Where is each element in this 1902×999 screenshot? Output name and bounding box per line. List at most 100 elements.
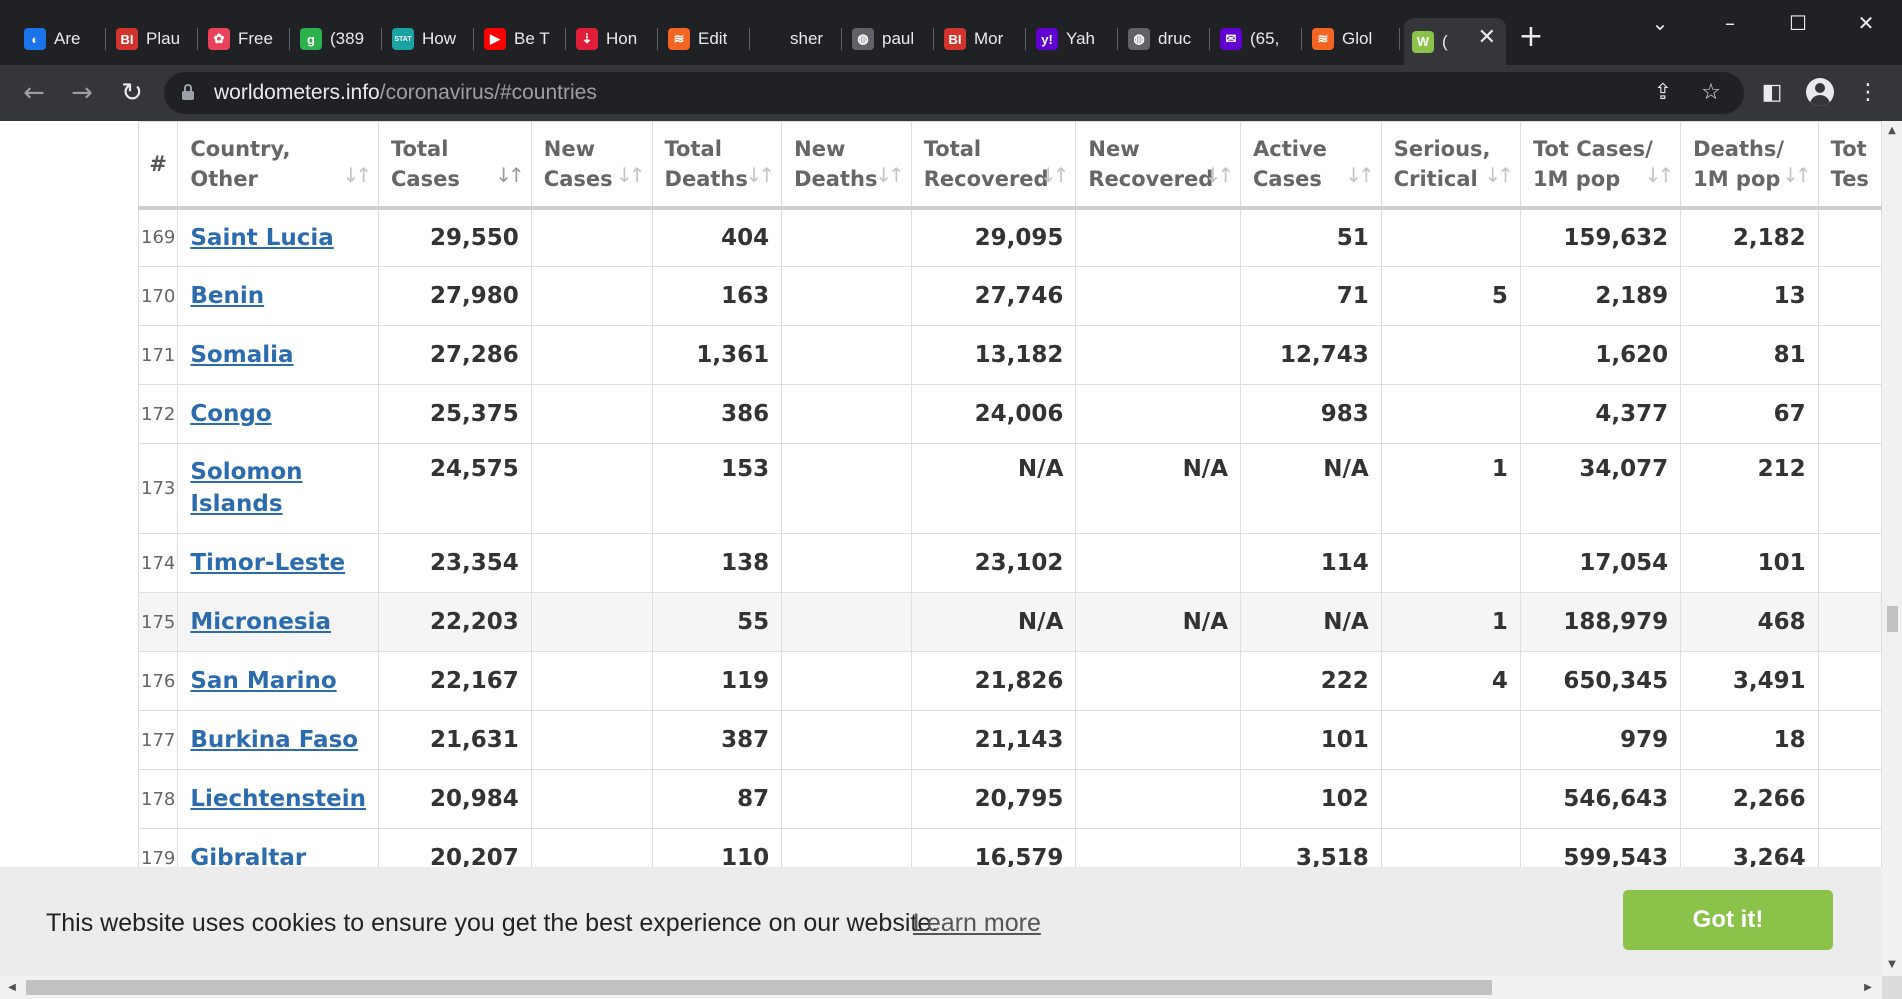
browser-tab[interactable]: ◍ druc xyxy=(1120,20,1210,58)
forward-icon[interactable]: → xyxy=(66,77,98,109)
browser-tab[interactable]: W (✕ xyxy=(1404,18,1506,65)
total-recovered-cell: 29,095 xyxy=(910,207,1077,267)
column-header[interactable]: Tot Tes xyxy=(1817,121,1882,210)
browser-tab[interactable]: ✉ (65, xyxy=(1212,20,1302,58)
sort-arrows-icon[interactable]: ↓↑ xyxy=(1345,160,1374,190)
total-deaths-cell: 87 xyxy=(651,769,783,829)
lock-icon[interactable] xyxy=(182,84,194,100)
scroll-left-icon[interactable]: ◀ xyxy=(6,982,18,994)
browser-tab[interactable]: ≋ Edit xyxy=(660,20,750,58)
sort-arrows-icon[interactable]: ↓↑ xyxy=(875,160,904,190)
learn-more-link[interactable]: Learn more xyxy=(913,909,1041,938)
sort-arrows-icon[interactable]: ↓↑ xyxy=(616,160,645,190)
browser-tab[interactable]: BI Mor xyxy=(936,20,1026,58)
profile-avatar-icon[interactable] xyxy=(1806,78,1834,106)
column-header[interactable]: Active Cases ↓↑ xyxy=(1240,121,1382,210)
new-deaths-cell xyxy=(781,266,912,326)
browser-tab[interactable]: ◐ Are xyxy=(16,20,106,58)
browser-tab[interactable]: STAT How xyxy=(384,20,474,58)
column-header[interactable]: Tot Cases/1M pop ↓↑ xyxy=(1519,121,1682,210)
address-url[interactable]: worldometers.info/coronavirus/#countries xyxy=(214,81,597,105)
minimize-window-icon[interactable]: – xyxy=(1710,8,1750,38)
browser-tab-strip: + ⌄ – ☐ ✕ ◐ Are BI Plau ✿ Free g (389 STAT How ▶ Be… xyxy=(0,0,1902,65)
youtube-icon: ▶ xyxy=(484,28,506,50)
column-header[interactable]: Total Recovered ↓↑ xyxy=(910,121,1077,210)
active-cell: 71 xyxy=(1240,266,1382,326)
country-cell: Micronesia xyxy=(177,592,380,652)
browser-tab[interactable]: ≋ Glol xyxy=(1304,20,1400,58)
country-link[interactable]: Timor-Leste xyxy=(190,550,345,576)
sort-arrows-icon[interactable]: ↓↑ xyxy=(343,160,372,190)
close-tab-icon[interactable]: ✕ xyxy=(1478,27,1496,49)
column-header[interactable]: Total Cases ↓↑ xyxy=(378,121,532,210)
side-panel-icon[interactable]: ◧ xyxy=(1756,77,1788,109)
tab-search-icon[interactable]: ⌄ xyxy=(1640,8,1680,38)
browser-tab[interactable]: ✿ Free xyxy=(200,20,290,58)
sort-arrows-icon[interactable]: ↓↑ xyxy=(495,160,524,190)
total-recovered-cell: 20,795 xyxy=(910,769,1077,829)
horizontal-scroll-thumb[interactable] xyxy=(26,980,1492,995)
column-header[interactable]: New Recovered ↓↑ xyxy=(1075,121,1242,210)
column-header[interactable]: Deaths/1M pop ↓↑ xyxy=(1680,121,1819,210)
share-icon[interactable]: ⇪ xyxy=(1648,78,1678,108)
yahoo-mail-icon: ✉ xyxy=(1220,28,1242,50)
country-link[interactable]: Saint Lucia xyxy=(190,225,333,251)
column-header[interactable]: Serious, Critical ↓↑ xyxy=(1380,121,1521,210)
sort-arrows-icon[interactable]: ↓↑ xyxy=(1645,160,1674,190)
browser-tab[interactable]: BI Plau xyxy=(108,20,198,58)
total-deaths-cell: 387 xyxy=(651,710,783,770)
tab-separator xyxy=(1399,28,1400,50)
column-header[interactable]: Total Deaths ↓↑ xyxy=(651,121,783,210)
country-link[interactable]: San Marino xyxy=(190,668,336,694)
column-header[interactable]: New Cases ↓↑ xyxy=(530,121,653,210)
scroll-down-icon[interactable]: ▼ xyxy=(1886,959,1898,971)
country-link[interactable]: Solomon xyxy=(190,459,302,485)
bookmark-star-icon[interactable]: ☆ xyxy=(1696,78,1726,108)
column-header[interactable]: Country, Other ↓↑ xyxy=(177,121,380,210)
browser-tab[interactable]: ⇣ Hon xyxy=(568,20,658,58)
country-link[interactable]: Somalia xyxy=(190,342,293,368)
cases-per-m-cell: 4,377 xyxy=(1519,384,1682,444)
close-window-icon[interactable]: ✕ xyxy=(1846,8,1886,38)
tab-separator xyxy=(1025,28,1026,50)
scroll-up-icon[interactable]: ▲ xyxy=(1886,125,1898,137)
country-link[interactable]: Liechtenstein xyxy=(190,786,366,812)
sort-arrows-icon[interactable]: ↓↑ xyxy=(1782,160,1811,190)
active-cell: 222 xyxy=(1240,651,1382,711)
browser-tab[interactable]: sher xyxy=(752,20,842,58)
column-header[interactable]: New Deaths ↓↑ xyxy=(781,121,912,210)
total-recovered-cell: 13,182 xyxy=(910,325,1077,385)
browser-tab[interactable]: y! Yah xyxy=(1028,20,1118,58)
address-bar[interactable]: worldometers.info/coronavirus/#countries… xyxy=(164,72,1744,114)
browser-tab[interactable]: g (389 xyxy=(292,20,382,58)
new-recovered-cell xyxy=(1075,325,1242,385)
got-it-button[interactable]: Got it! xyxy=(1623,890,1833,950)
active-cell: 101 xyxy=(1240,710,1382,770)
sort-arrows-icon[interactable]: ↓↑ xyxy=(1484,160,1513,190)
column-header[interactable]: # xyxy=(137,121,179,210)
vertical-scrollbar[interactable]: ▲ ▼ xyxy=(1882,121,1902,976)
back-icon[interactable]: ← xyxy=(18,77,50,109)
country-link[interactable]: Benin xyxy=(190,283,264,309)
browser-toolbar: ← → ↻ worldometers.info/coronavirus/#cou… xyxy=(0,65,1902,121)
country-link[interactable]: Congo xyxy=(190,401,271,427)
scroll-right-icon[interactable]: ▶ xyxy=(1862,982,1874,994)
reload-icon[interactable]: ↻ xyxy=(116,77,148,109)
tab-separator xyxy=(197,28,198,50)
menu-kebab-icon[interactable]: ⋮ xyxy=(1852,77,1884,109)
tab-separator xyxy=(1209,28,1210,50)
new-tab-button[interactable]: + xyxy=(1516,22,1546,52)
horizontal-scrollbar[interactable]: ◀ ▶ xyxy=(0,976,1882,999)
country-link[interactable]: Micronesia xyxy=(190,609,331,635)
serious-cell: 5 xyxy=(1380,266,1521,326)
vertical-scroll-thumb[interactable] xyxy=(1887,606,1898,632)
country-cell: Burkina Faso xyxy=(177,710,380,770)
sort-arrows-icon[interactable]: ↓↑ xyxy=(1040,160,1069,190)
country-link[interactable]: Burkina Faso xyxy=(190,727,358,753)
browser-tab[interactable]: ◍ paul xyxy=(844,20,934,58)
sort-arrows-icon[interactable]: ↓↑ xyxy=(746,160,775,190)
browser-tab[interactable]: ▶ Be T xyxy=(476,20,566,58)
maximize-window-icon[interactable]: ☐ xyxy=(1778,8,1818,38)
sort-arrows-icon[interactable]: ↓↑ xyxy=(1205,160,1234,190)
country-link-line2[interactable]: Islands xyxy=(190,491,282,517)
